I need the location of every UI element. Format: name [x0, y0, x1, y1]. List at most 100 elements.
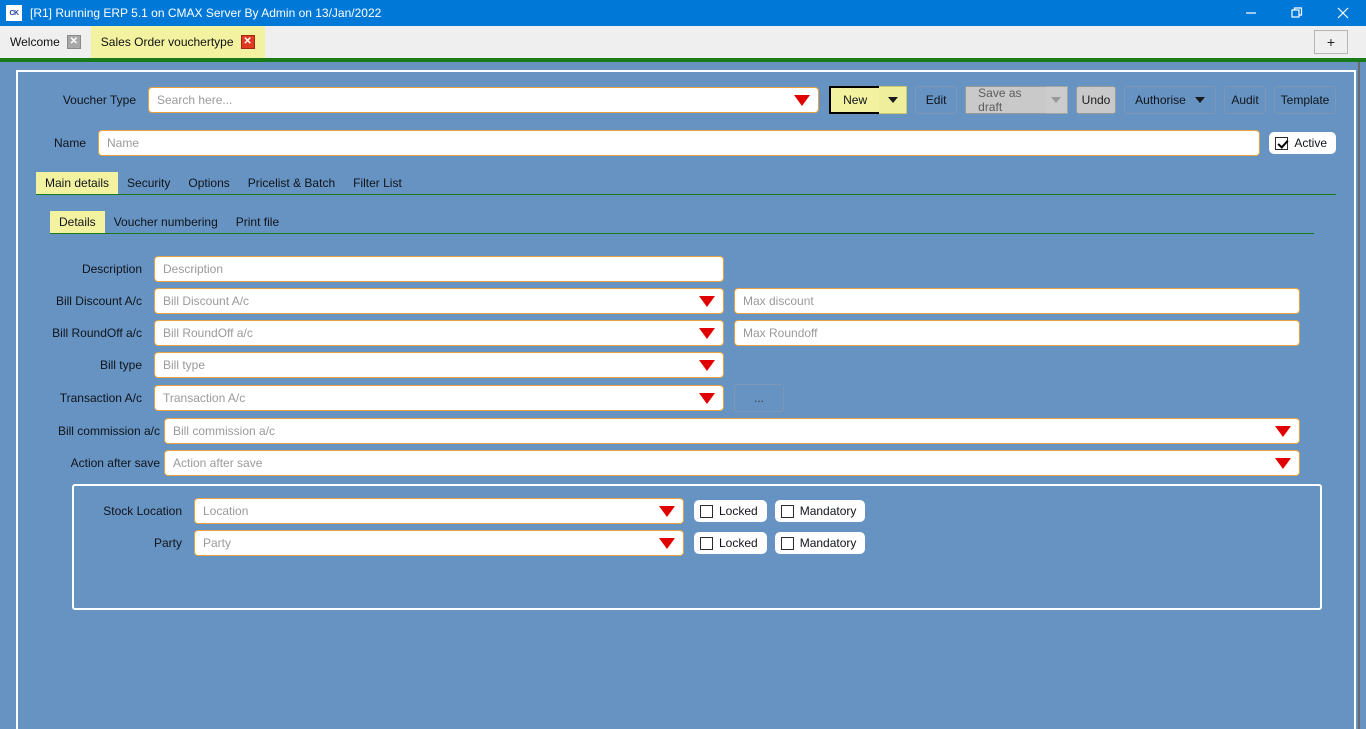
transaction-ac-row: Transaction A/c Transaction A/c ...: [36, 384, 1336, 412]
doc-tab-welcome[interactable]: Welcome ✕: [0, 26, 91, 58]
bill-roundoff-label: Bill RoundOff a/c: [52, 326, 142, 340]
doc-tab-sales-order-vouchertype[interactable]: Sales Order vouchertype ✕: [90, 26, 265, 58]
subtab-print-file[interactable]: Print file: [227, 211, 288, 233]
action-after-save-placeholder: Action after save: [173, 456, 263, 470]
bill-roundoff-row: Bill RoundOff a/c Bill RoundOff a/c Max …: [36, 320, 1336, 346]
form-panel: Voucher Type Search here... New Edit Sav…: [0, 62, 1366, 729]
chevron-down-icon: [1194, 97, 1205, 103]
save-as-draft-button[interactable]: Save as draft: [965, 86, 1068, 114]
name-row: Name Name Active: [36, 130, 1336, 156]
max-roundoff-placeholder: Max Roundoff: [743, 326, 818, 340]
bill-commission-select[interactable]: Bill commission a/c: [164, 418, 1300, 444]
tab-main-details[interactable]: Main details: [36, 172, 119, 194]
party-row: Party Party Locked Mandatory: [74, 530, 1320, 556]
save-as-draft-dropdown-toggle[interactable]: [1045, 86, 1068, 114]
details-form: Description Description Bill Discount A/…: [36, 256, 1336, 610]
bill-type-label: Bill type: [99, 358, 142, 372]
minimize-button[interactable]: [1228, 0, 1274, 26]
transaction-ac-select[interactable]: Transaction A/c: [154, 385, 724, 411]
stock-location-row: Stock Location Location Locked Mandatory: [74, 498, 1320, 524]
subtab-details[interactable]: Details: [50, 211, 105, 233]
max-discount-input[interactable]: Max discount: [734, 288, 1300, 314]
bill-discount-row: Bill Discount A/c Bill Discount A/c Max …: [36, 288, 1336, 314]
chevron-down-icon[interactable]: [699, 295, 715, 307]
chevron-down-icon: [887, 97, 898, 103]
bill-type-select[interactable]: Bill type: [154, 352, 724, 378]
close-icon[interactable]: [1320, 0, 1366, 26]
chevron-down-icon[interactable]: [699, 327, 715, 339]
stock-location-label: Stock Location: [103, 504, 182, 518]
party-locked-checkbox[interactable]: Locked: [694, 532, 767, 554]
close-icon[interactable]: ✕: [240, 35, 255, 49]
sub-tab-bar: Details Voucher numbering Print file: [50, 211, 1314, 234]
bill-commission-placeholder: Bill commission a/c: [173, 424, 276, 438]
party-select[interactable]: Party: [194, 530, 684, 556]
location-party-group: Stock Location Location Locked Mandatory: [72, 484, 1322, 610]
bill-roundoff-select[interactable]: Bill RoundOff a/c: [154, 320, 724, 346]
tab-options[interactable]: Options: [179, 172, 238, 194]
chevron-down-icon[interactable]: [1275, 457, 1291, 469]
voucher-type-search-input[interactable]: Search here...: [148, 87, 820, 113]
edit-button[interactable]: Edit: [915, 86, 958, 114]
stock-location-select[interactable]: Location: [194, 498, 684, 524]
stock-location-placeholder: Location: [203, 504, 249, 518]
authorise-button[interactable]: Authorise: [1124, 86, 1216, 114]
checkbox-icon: [780, 536, 794, 550]
mandatory-label: Mandatory: [799, 504, 857, 518]
max-roundoff-input[interactable]: Max Roundoff: [734, 320, 1300, 346]
stock-location-locked-checkbox[interactable]: Locked: [694, 500, 767, 522]
subtab-voucher-numbering[interactable]: Voucher numbering: [105, 211, 227, 233]
vertical-scrollbar[interactable]: [1358, 62, 1360, 729]
bill-discount-placeholder: Bill Discount A/c: [163, 294, 250, 308]
max-discount-placeholder: Max discount: [743, 294, 814, 308]
save-as-draft-label: Save as draft: [965, 86, 1046, 114]
description-placeholder: Description: [163, 262, 224, 276]
active-label: Active: [1294, 136, 1327, 150]
name-label: Name: [53, 136, 86, 150]
bill-type-row: Bill type Bill type: [36, 352, 1336, 378]
tab-pricelist-and-batch[interactable]: Pricelist & Batch: [239, 172, 344, 194]
checkbox-icon: [700, 504, 713, 518]
template-button[interactable]: Template: [1274, 86, 1336, 114]
window-title-bar: CK [R1] Running ERP 5.1 on CMAX Server B…: [0, 0, 1366, 26]
chevron-down-icon[interactable]: [794, 94, 811, 106]
action-after-save-select[interactable]: Action after save: [164, 450, 1300, 476]
new-button[interactable]: New: [829, 86, 908, 114]
locked-label: Locked: [719, 504, 758, 518]
transaction-ac-browse-button[interactable]: ...: [734, 384, 784, 412]
close-icon[interactable]: ✕: [66, 35, 81, 49]
chevron-down-icon[interactable]: [659, 537, 675, 549]
description-label: Description: [81, 262, 142, 276]
checkbox-icon: [700, 536, 713, 550]
name-input[interactable]: Name: [98, 130, 1261, 156]
chevron-down-icon[interactable]: [659, 505, 675, 517]
tab-filter-list[interactable]: Filter List: [344, 172, 411, 194]
chevron-down-icon[interactable]: [699, 359, 715, 371]
party-mandatory-checkbox[interactable]: Mandatory: [774, 532, 866, 554]
transaction-ac-label: Transaction A/c: [59, 391, 142, 405]
voucher-type-label: Voucher Type: [62, 93, 136, 107]
tab-security[interactable]: Security: [118, 172, 179, 194]
mandatory-label: Mandatory: [799, 536, 857, 550]
stock-location-mandatory-checkbox[interactable]: Mandatory: [774, 500, 866, 522]
app-logo-icon: CK: [6, 5, 22, 21]
action-after-save-label: Action after save: [70, 456, 160, 470]
active-checkbox[interactable]: Active: [1269, 132, 1336, 154]
document-tab-strip: Welcome ✕ Sales Order vouchertype ✕ +: [0, 26, 1366, 58]
main-tab-bar: Main details Security Options Pricelist …: [36, 172, 1336, 195]
authorise-label: Authorise: [1135, 93, 1186, 107]
chevron-down-icon[interactable]: [699, 392, 715, 404]
maximize-restore-icon[interactable]: [1274, 0, 1320, 26]
bill-roundoff-placeholder: Bill RoundOff a/c: [163, 326, 253, 340]
checkbox-icon: [1275, 136, 1289, 150]
chevron-down-icon[interactable]: [1275, 425, 1291, 437]
bill-commission-label: Bill commission a/c: [57, 424, 160, 438]
new-tab-button[interactable]: +: [1314, 30, 1348, 54]
bill-discount-select[interactable]: Bill Discount A/c: [154, 288, 724, 314]
window-title: [R1] Running ERP 5.1 on CMAX Server By A…: [30, 6, 382, 20]
bill-commission-row: Bill commission a/c Bill commission a/c: [36, 418, 1336, 444]
audit-button[interactable]: Audit: [1224, 86, 1266, 114]
new-dropdown-toggle[interactable]: [879, 86, 908, 114]
undo-button[interactable]: Undo: [1076, 86, 1116, 114]
description-input[interactable]: Description: [154, 256, 724, 282]
